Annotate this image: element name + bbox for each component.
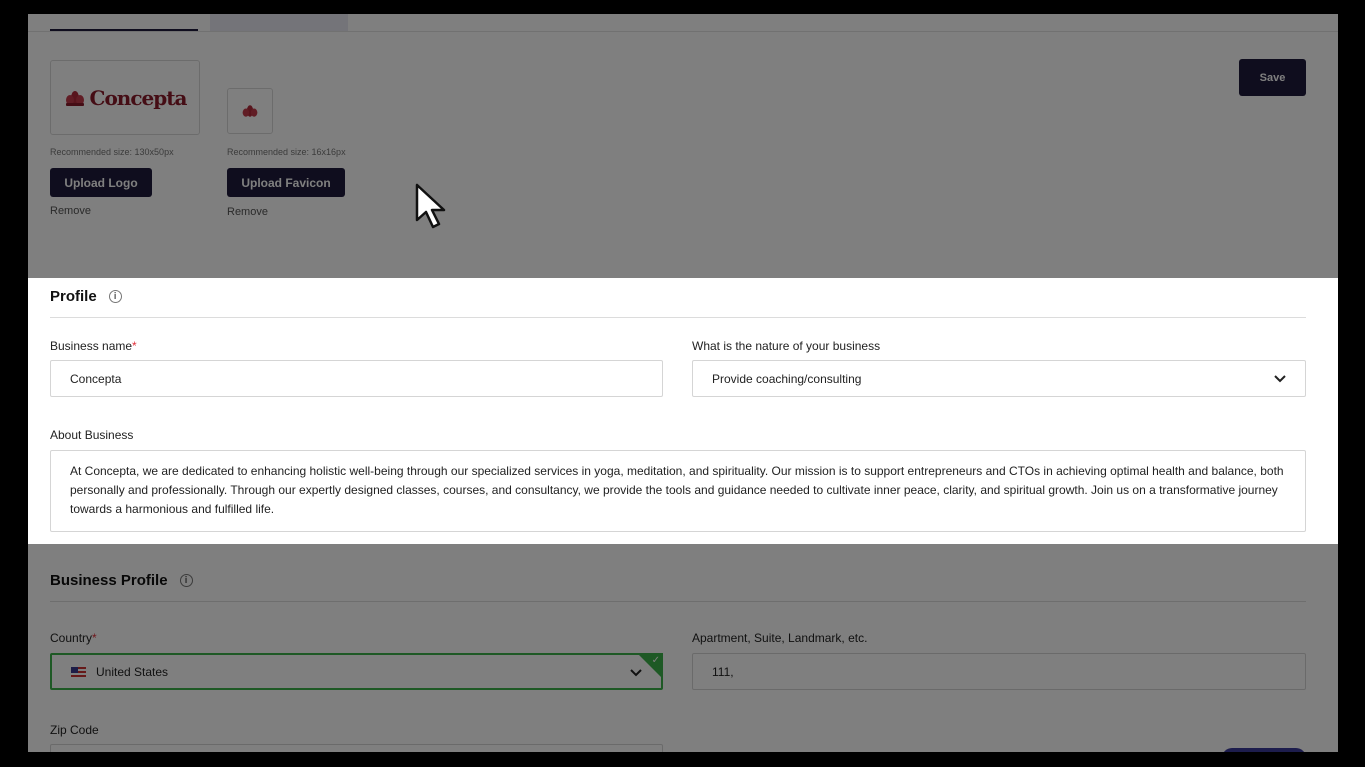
business-nature-label: What is the nature of your business bbox=[692, 339, 881, 353]
business-name-label: Business name* bbox=[50, 339, 137, 353]
upload-favicon-button[interactable]: Upload Favicon bbox=[227, 168, 345, 197]
business-profile-section-header: Business Profile i bbox=[50, 572, 193, 589]
logo-text: Concepta bbox=[89, 85, 188, 110]
settings-page: Concepta Recommended size: 130x50px Reco… bbox=[28, 14, 1338, 752]
profile-section-header: Profile i bbox=[50, 288, 122, 305]
business-nature-value: Provide coaching/consulting bbox=[712, 371, 862, 386]
spotlight-dim-bottom bbox=[28, 544, 1338, 752]
divider bbox=[50, 601, 1306, 602]
remove-logo-link[interactable]: Remove bbox=[50, 205, 91, 217]
lotus-icon bbox=[65, 90, 84, 106]
apartment-value: 111, bbox=[712, 664, 734, 679]
favicon-preview bbox=[227, 88, 273, 134]
about-business-label: About Business bbox=[50, 428, 134, 442]
us-flag-icon bbox=[71, 666, 86, 677]
apartment-input[interactable]: 111, bbox=[692, 653, 1306, 690]
business-profile-title: Business Profile bbox=[50, 572, 168, 589]
spotlight-dim-top bbox=[28, 14, 1338, 278]
chevron-down-icon bbox=[1274, 375, 1286, 383]
business-nature-select[interactable]: Provide coaching/consulting bbox=[692, 360, 1306, 397]
lotus-icon bbox=[242, 105, 258, 117]
remove-favicon-link[interactable]: Remove bbox=[227, 206, 268, 218]
info-icon[interactable]: i bbox=[179, 574, 193, 587]
country-value: United States bbox=[96, 664, 169, 679]
logo-preview: Concepta bbox=[50, 60, 200, 135]
save-button[interactable]: Save bbox=[1239, 59, 1306, 96]
country-label: Country* bbox=[50, 631, 97, 645]
tab-divider bbox=[28, 31, 1338, 32]
upload-logo-button[interactable]: Upload Logo bbox=[50, 168, 152, 197]
tab-inactive[interactable] bbox=[210, 14, 348, 32]
country-select[interactable]: United States ✓ bbox=[50, 653, 663, 690]
zip-code-label: Zip Code bbox=[50, 723, 99, 737]
about-business-value: At Concepta, we are dedicated to enhanci… bbox=[70, 464, 1284, 516]
logo-size-hint: Recommended size: 130x50px bbox=[50, 147, 174, 157]
about-business-textarea[interactable]: At Concepta, we are dedicated to enhanci… bbox=[50, 450, 1306, 532]
apartment-label: Apartment, Suite, Landmark, etc. bbox=[692, 631, 868, 645]
favicon-size-hint: Recommended size: 16x16px bbox=[227, 147, 346, 157]
business-name-input[interactable]: Concepta bbox=[50, 360, 663, 397]
zip-code-input[interactable] bbox=[50, 744, 663, 752]
mouse-cursor-icon bbox=[415, 183, 446, 229]
divider bbox=[50, 317, 1306, 318]
info-icon[interactable]: i bbox=[108, 290, 122, 303]
bottom-action-button[interactable] bbox=[1222, 748, 1306, 752]
business-name-value: Concepta bbox=[70, 371, 122, 386]
profile-title: Profile bbox=[50, 288, 97, 305]
check-icon: ✓ bbox=[651, 655, 660, 666]
tab-active[interactable] bbox=[50, 14, 198, 32]
